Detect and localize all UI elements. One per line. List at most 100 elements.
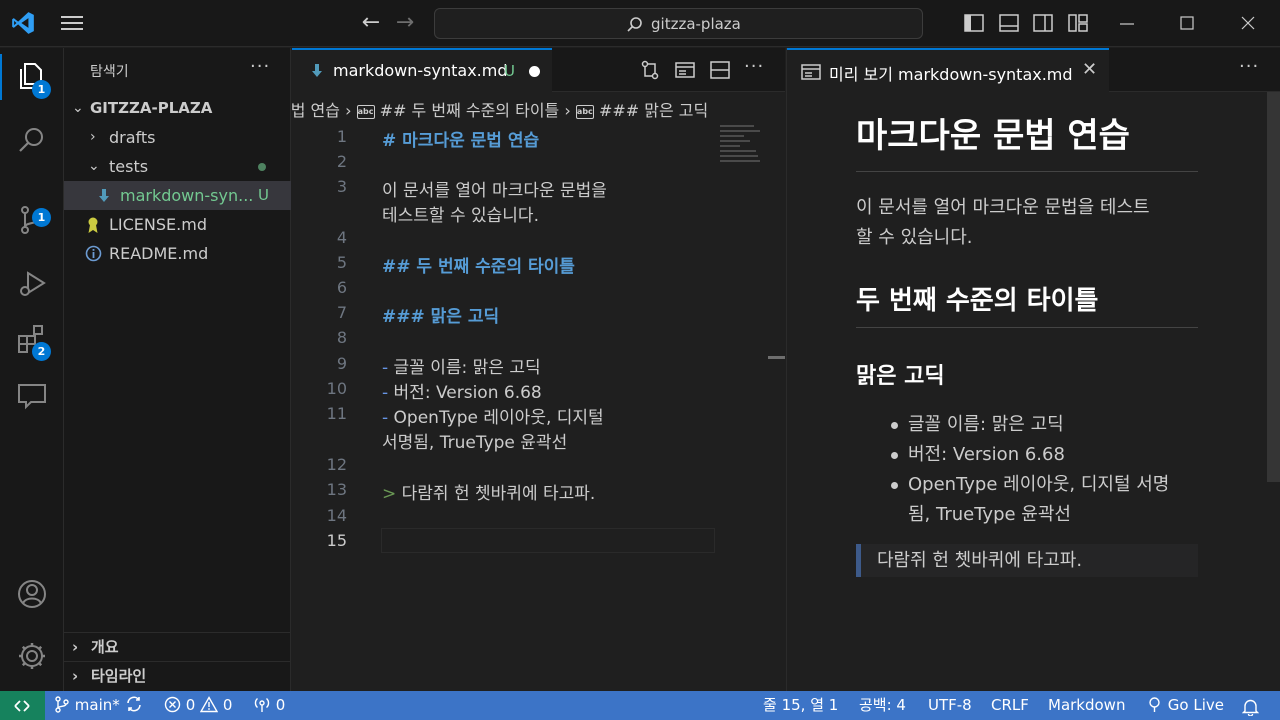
markdown-file-icon <box>99 189 109 202</box>
explorer-badge: 1 <box>32 80 51 99</box>
scm-badge: 1 <box>32 208 51 227</box>
forward-arrow-icon[interactable]: → <box>392 10 418 36</box>
editor-pane: markdown-syntax.md U ··· 문법 연습 › abc ## … <box>292 48 785 691</box>
unsaved-dot-icon[interactable] <box>529 66 540 77</box>
source-control-activity[interactable]: 1 <box>0 192 64 250</box>
vscode-logo-icon <box>12 12 34 34</box>
breadcrumb-item[interactable]: ### 맑은 고딕 <box>599 101 708 120</box>
manage-activity[interactable] <box>0 628 64 686</box>
tab-label: markdown-syntax.md <box>333 61 508 80</box>
back-arrow-icon[interactable]: ← <box>358 10 384 36</box>
go-live-button[interactable]: Go Live <box>1146 691 1224 720</box>
accounts-activity[interactable] <box>0 566 64 624</box>
editor-more-button[interactable]: ··· <box>744 56 764 77</box>
problems-indicator[interactable]: 0 0 <box>164 691 232 720</box>
close-icon[interactable]: ✕ <box>1082 59 1097 80</box>
toggle-primary-sidebar-icon[interactable] <box>963 12 985 34</box>
outline-section[interactable]: › 개요 <box>64 632 291 661</box>
breadcrumb: 문법 연습 › abc ## 두 번째 수준의 타이틀 › abc ### 맑은… <box>292 94 777 122</box>
sidebar-more-button[interactable]: ··· <box>250 56 270 77</box>
tree-item-tests[interactable]: ⌄ tests <box>64 152 291 181</box>
tree-item-readme[interactable]: README.md <box>64 239 291 268</box>
chevron-right-icon: › <box>72 667 79 685</box>
ports-count: 0 <box>275 696 286 714</box>
line-number: 12 <box>326 455 347 474</box>
toggle-panel-icon[interactable] <box>998 12 1020 34</box>
explorer-activity[interactable]: 1 <box>0 48 64 106</box>
extensions-activity[interactable]: 2 <box>0 310 64 368</box>
chevron-down-icon: ⌄ <box>72 100 84 116</box>
preview-list: 글꼴 이름: 맑은 고딕 버전: Version 6.68 OpenType 레… <box>856 410 1198 530</box>
list-item: OpenType 레이아웃, 디지털 서명 <box>856 470 1198 500</box>
paragraph-line: 할 수 있습니다. <box>856 227 973 248</box>
minimize-icon[interactable] <box>1097 0 1157 47</box>
section-label: 개요 <box>91 638 119 656</box>
line-number: 13 <box>326 480 347 499</box>
tree-item-drafts[interactable]: › drafts <box>64 123 291 152</box>
notifications-button[interactable] <box>1241 697 1260 720</box>
chevron-right-icon: › <box>564 101 576 120</box>
split-editor-icon[interactable] <box>709 59 731 81</box>
activity-bar: 1 1 2 <box>0 48 64 691</box>
preview-more-button[interactable]: ··· <box>1239 56 1259 77</box>
search-icon <box>19 128 43 152</box>
search-activity[interactable] <box>0 112 64 170</box>
branch-indicator[interactable]: main* <box>54 691 120 720</box>
broadcast-icon <box>1149 697 1160 712</box>
branch-icon <box>55 696 69 713</box>
sidebar-title: 탐색기 <box>90 64 129 80</box>
line-number: 5 <box>336 253 347 272</box>
tab-markdown-syntax[interactable]: markdown-syntax.md U <box>292 48 552 92</box>
sync-icon <box>127 696 141 712</box>
end-of-line[interactable]: CRLF <box>991 691 1029 720</box>
cursor-position[interactable]: 줄 15, 열 1 <box>763 691 838 720</box>
indentation[interactable]: 공백: 4 <box>859 691 906 720</box>
open-preview-icon[interactable] <box>674 59 696 81</box>
command-search-box[interactable]: gitzza-plaza <box>434 8 923 39</box>
preview-scrollbar[interactable] <box>1267 92 1280 482</box>
preview-heading-3: 맑은 고딕 <box>856 364 945 389</box>
workspace-root[interactable]: ⌄ GITZZA-PLAZA <box>64 94 291 123</box>
menu-icon[interactable] <box>58 12 86 34</box>
customize-layout-icon[interactable] <box>1067 12 1089 34</box>
current-line-highlight <box>381 528 715 553</box>
ports-indicator[interactable]: 0 <box>253 691 285 720</box>
breadcrumb-item[interactable]: ## 두 번째 수준의 타이틀 <box>380 101 560 120</box>
breadcrumb-item[interactable]: 문법 연습 <box>292 101 340 120</box>
line-number: 15 <box>326 531 347 550</box>
list-item: 버전: Version 6.68 <box>856 440 1198 470</box>
language-mode[interactable]: Markdown <box>1048 691 1125 720</box>
license-file-icon <box>88 217 98 233</box>
toggle-secondary-sidebar-icon[interactable] <box>1032 12 1054 34</box>
explorer-sidebar: 탐색기 ··· ⌄ GITZZA-PLAZA › drafts ⌄ tests … <box>64 48 291 691</box>
line-number: 11 <box>326 404 347 423</box>
minimap[interactable] <box>720 122 774 172</box>
tree-item-label: LICENSE.md <box>109 215 207 234</box>
close-window-icon[interactable] <box>1218 0 1278 47</box>
code-text: OpenType 레이아웃, 디지털 <box>388 408 604 428</box>
maximize-icon[interactable] <box>1157 0 1217 47</box>
code-line: ## 두 번째 수준의 타이틀 <box>382 257 575 277</box>
tree-item-label: drafts <box>109 128 156 147</box>
tree-item-license[interactable]: LICENSE.md <box>64 210 291 239</box>
chat-activity[interactable] <box>0 368 64 426</box>
open-changes-icon[interactable] <box>639 59 661 81</box>
preview-icon <box>801 64 821 80</box>
error-icon <box>164 696 181 713</box>
preview-blockquote: 다람쥐 헌 쳇바퀴에 타고파. <box>856 544 1198 577</box>
sync-button[interactable] <box>125 691 143 720</box>
remote-icon <box>14 700 30 712</box>
modified-dot-icon <box>258 163 266 171</box>
error-count: 0 <box>185 696 196 714</box>
broadcast-icon <box>254 697 270 712</box>
run-debug-activity[interactable] <box>0 256 64 314</box>
line-number: 2 <box>336 152 347 171</box>
chevron-right-icon: › <box>90 129 96 145</box>
tab-preview[interactable]: 미리 보기 markdown-syntax.md ✕ <box>787 48 1109 92</box>
tree-item-markdown-syntax[interactable]: markdown-syn... U <box>64 181 291 210</box>
encoding[interactable]: UTF-8 <box>928 691 972 720</box>
remote-indicator[interactable] <box>0 691 45 720</box>
code-line: 테스트할 수 있습니다. <box>382 206 539 226</box>
timeline-section[interactable]: › 타임라인 <box>64 661 291 690</box>
line-number: 4 <box>336 228 347 247</box>
